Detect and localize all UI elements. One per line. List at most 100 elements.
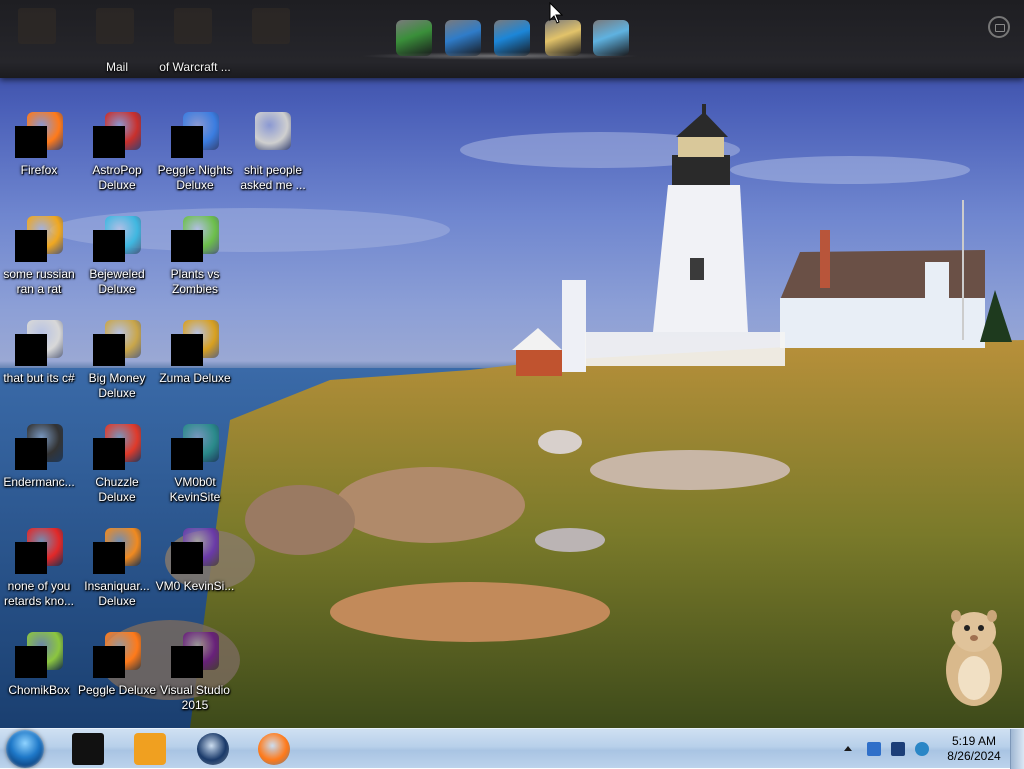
- desktop-icon-label: shit people asked me ...: [240, 163, 306, 192]
- desktop-icon-label: that but its c#: [3, 371, 75, 385]
- visual-studio-icon: [171, 632, 219, 680]
- redaction-box: [93, 646, 125, 678]
- mail-icon[interactable]: [545, 20, 581, 56]
- desktop-icon-astropop[interactable]: AstroPop Deluxe: [77, 112, 157, 193]
- redaction-box: [15, 646, 47, 678]
- big-money-icon: [93, 320, 141, 368]
- ghost-icon: [252, 8, 290, 44]
- redaction-box: [15, 334, 47, 366]
- people-icon[interactable]: [593, 20, 629, 56]
- chomikbox-icon: [15, 632, 63, 680]
- zuma-icon: [171, 320, 219, 368]
- bejeweled-icon: [93, 216, 141, 264]
- desktop-icon-peggle-nights[interactable]: Peggle Nights Deluxe: [155, 112, 235, 193]
- console-icon: [15, 424, 63, 472]
- media-player-icon[interactable]: [134, 733, 166, 765]
- desktop-icon-label: ChomikBox: [8, 683, 70, 697]
- files-icon: [15, 320, 63, 368]
- desktop-icon-label: some russian ran a rat: [3, 267, 75, 296]
- globe-icon[interactable]: [197, 733, 229, 765]
- desktop-icon-shit-people-asked[interactable]: shit people asked me ...: [233, 112, 313, 193]
- desktop-icon-plants-vs-zombies[interactable]: Plants vs Zombies: [155, 216, 235, 297]
- desktop-icon-visual-studio[interactable]: Visual Studio 2015: [155, 632, 235, 713]
- start-button[interactable]: [6, 730, 44, 768]
- desktop-icon-label: Peggle Nights Deluxe: [157, 163, 233, 192]
- desktop-icon-that-but-csharp[interactable]: that but its c#: [0, 320, 79, 386]
- network-icon[interactable]: [445, 20, 481, 56]
- desktop-icon-big-money[interactable]: Big Money Deluxe: [77, 320, 157, 401]
- firefox-taskbar-icon[interactable]: [258, 733, 290, 765]
- desktop-icon-label: Peggle Deluxe: [77, 683, 157, 697]
- clock-date: 8/26/2024: [947, 749, 1001, 763]
- desktop-icon-endermanc[interactable]: Endermanc...: [0, 424, 79, 490]
- desktop-icon-label: AstroPop Deluxe: [92, 163, 142, 192]
- peggle-nights-icon: [171, 112, 219, 160]
- app-black-icon[interactable]: [72, 733, 104, 765]
- ghost-icon: [174, 8, 212, 44]
- show-hidden-icon[interactable]: [843, 744, 853, 754]
- desktop-icon-label: Zuma Deluxe: [159, 371, 231, 385]
- redaction-box: [93, 126, 125, 158]
- redaction-box: [171, 126, 203, 158]
- network-tray-icon[interactable]: [915, 742, 929, 756]
- redaction-box: [15, 230, 47, 262]
- redaction-box: [171, 542, 203, 574]
- desktop-icon-peggle-deluxe[interactable]: Peggle Deluxe: [77, 632, 157, 698]
- desktop-icon-vm0b0t[interactable]: VM0b0t KevinSite: [155, 424, 235, 505]
- desktop-icon-insaniquarium[interactable]: Insaniquar... Deluxe: [77, 528, 157, 609]
- desktop-icon-chuzzle[interactable]: Chuzzle Deluxe: [77, 424, 157, 505]
- opera-icon: [15, 528, 63, 576]
- desktop-icon-firefox[interactable]: Firefox: [0, 112, 79, 178]
- clock-time: 5:19 AM: [951, 734, 997, 748]
- redaction-box: [15, 542, 47, 574]
- desktop-icon-none-of-you[interactable]: none of you retards kno...: [0, 528, 79, 609]
- desktop-icon-zuma[interactable]: Zuma Deluxe: [155, 320, 235, 386]
- folder-icon: [249, 112, 297, 160]
- desktop-icon-bejeweled[interactable]: Bejeweled Deluxe: [77, 216, 157, 297]
- redaction-box: [171, 438, 203, 470]
- insaniquarium-icon: [93, 528, 141, 576]
- desktop-icon-label: Bejeweled Deluxe: [89, 267, 145, 296]
- chuzzle-icon: [93, 424, 141, 472]
- desktop-icon-label: VM0b0t KevinSite: [169, 475, 221, 504]
- display-icon[interactable]: [891, 742, 905, 756]
- desktop-icon-label: Plants vs Zombies: [170, 267, 220, 296]
- redaction-box: [171, 230, 203, 262]
- desktop-icon-label: Insaniquar... Deluxe: [84, 579, 150, 608]
- taskbar: 5:19 AM 8/26/2024: [0, 728, 1024, 769]
- desktop-icon-label: none of you retards kno...: [3, 579, 75, 608]
- desktop-icon-some-russian[interactable]: some russian ran a rat: [0, 216, 79, 297]
- ghost-icon: [96, 8, 134, 44]
- ie-folder-icon: [15, 216, 63, 264]
- desktop-icon-label: Visual Studio 2015: [160, 683, 230, 712]
- show-desktop-button[interactable]: [1010, 729, 1024, 769]
- hamster-gadget-icon[interactable]: [938, 600, 1010, 710]
- firefox-icon: [15, 112, 63, 160]
- desktop-icon-label: Endermanc...: [3, 475, 75, 489]
- desktop-icon-label: Firefox: [20, 163, 58, 177]
- desktop-icon-vm0-kevinsite[interactable]: VM0 KevinSi...: [155, 528, 235, 594]
- desktop-icon-chomikbox[interactable]: ChomikBox: [0, 632, 79, 698]
- clock[interactable]: 5:19 AM 8/26/2024: [946, 734, 1002, 764]
- peggle-icon: [93, 632, 141, 680]
- astropop-icon: [93, 112, 141, 160]
- desktop-icon-label: VM0 KevinSi...: [155, 579, 235, 593]
- flag-icon[interactable]: [867, 742, 881, 756]
- desktop-icon-label: Chuzzle Deluxe: [95, 475, 139, 504]
- vm2-icon: [171, 528, 219, 576]
- mouse-cursor-icon: [549, 2, 563, 24]
- redaction-box: [15, 126, 47, 158]
- internet-explorer-icon[interactable]: [494, 20, 530, 56]
- vm-icon: [171, 424, 219, 472]
- redaction-box: [93, 438, 125, 470]
- redaction-box: [171, 646, 203, 678]
- desktop-icon-label: Big Money Deluxe: [88, 371, 146, 400]
- ghost-label-mail: Mail: [105, 60, 128, 74]
- dock-settings-icon[interactable]: [988, 16, 1010, 38]
- redaction-box: [93, 542, 125, 574]
- redaction-box: [93, 334, 125, 366]
- folder-icon-art: [255, 112, 291, 150]
- top-dock: Mail of Warcraft ...: [0, 0, 1024, 78]
- redaction-box: [15, 438, 47, 470]
- computer-icon[interactable]: [396, 20, 432, 56]
